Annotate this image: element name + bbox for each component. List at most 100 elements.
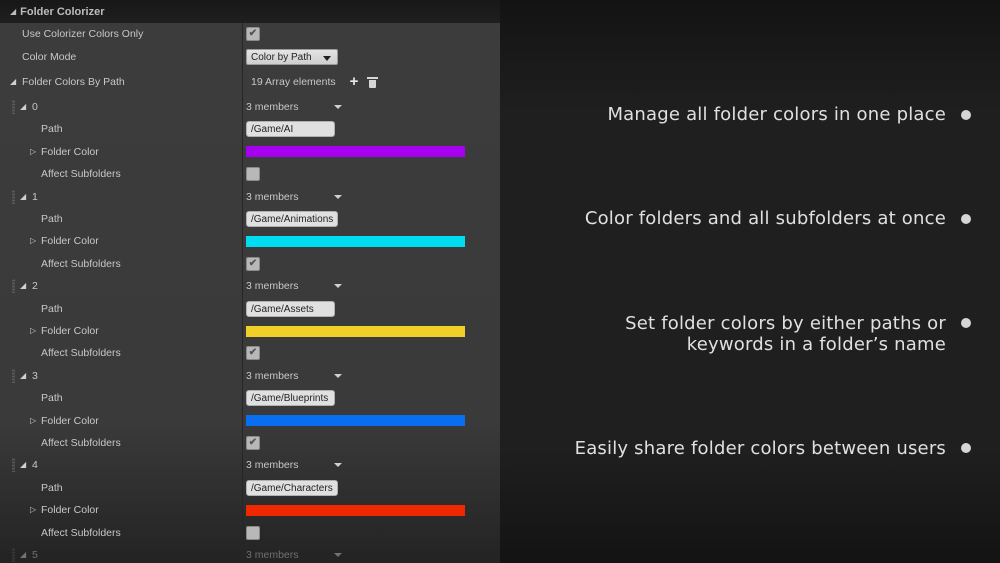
path-label: Path xyxy=(41,123,63,136)
drag-handle-icon[interactable] xyxy=(12,368,15,383)
array-element-header[interactable]: ◢ 3 3 members xyxy=(0,365,500,387)
affect-subfolders-checkbox[interactable] xyxy=(246,525,260,540)
color-swatch[interactable] xyxy=(246,415,465,427)
expand-triangle-icon[interactable]: ◢ xyxy=(20,96,26,118)
property-row-path: Path /Game/Animations xyxy=(0,208,500,230)
dropdown-arrow-icon xyxy=(334,373,342,378)
property-row-affect-subfolders: Affect Subfolders ✔ xyxy=(0,342,500,364)
path-input[interactable]: /Game/Animations xyxy=(246,211,339,227)
feature-text-subfolders: Color folders and all subfolders at once xyxy=(584,208,946,229)
bullet-icon xyxy=(961,110,971,120)
property-row-folder-color: ▷ Folder Color xyxy=(0,141,500,163)
feature-panel xyxy=(500,0,1000,563)
members-dropdown[interactable]: 3 members xyxy=(246,191,342,203)
use-colorizer-checkbox[interactable]: ✔ xyxy=(246,27,260,41)
color-swatch[interactable] xyxy=(246,504,465,516)
expand-triangle-icon[interactable]: ◢ xyxy=(20,186,26,208)
expand-triangle-icon[interactable]: ◢ xyxy=(20,454,26,476)
element-index: 0 xyxy=(32,101,38,113)
dropdown-arrow-icon xyxy=(323,56,331,61)
path-input[interactable]: /Game/Assets xyxy=(246,300,335,317)
property-row-affect-subfolders: Affect Subfolders ✔ xyxy=(0,432,500,454)
check-icon: ✔ xyxy=(248,437,258,448)
drag-handle-icon[interactable] xyxy=(12,189,15,204)
expand-triangle-icon[interactable]: ◢ xyxy=(20,544,26,563)
affect-subfolders-checkbox[interactable]: ✔ xyxy=(246,346,260,361)
category-header-folder-colorizer[interactable]: ◢ Folder Colorizer xyxy=(0,0,500,23)
members-dropdown[interactable]: 3 members xyxy=(246,549,342,561)
array-element-header[interactable]: ◢ 1 3 members xyxy=(0,186,500,208)
path-input[interactable]: /Game/Characters xyxy=(246,479,338,496)
affect-subfolders-label: Affect Subfolders xyxy=(41,168,121,181)
bullet-icon xyxy=(961,318,971,328)
expand-triangle-icon[interactable]: ◢ xyxy=(20,365,26,387)
members-label: 3 members xyxy=(246,549,299,561)
plus-icon[interactable]: + xyxy=(350,74,359,89)
affect-subfolders-checkbox[interactable]: ✔ xyxy=(246,256,260,271)
property-row-folder-colors: ◢ Folder Colors By Path 19 Array element… xyxy=(0,71,500,93)
check-icon: ✔ xyxy=(248,257,258,269)
color-swatch[interactable] xyxy=(246,325,465,337)
members-dropdown[interactable]: 3 members xyxy=(246,370,342,382)
affect-subfolders-label: Affect Subfolders xyxy=(41,526,121,539)
color-mode-label: Color Mode xyxy=(22,51,77,63)
path-input[interactable]: /Game/AI xyxy=(246,121,335,138)
expand-arrow-icon[interactable]: ▷ xyxy=(30,141,36,163)
affect-subfolders-label: Affect Subfolders xyxy=(41,257,121,270)
color-mode-dropdown[interactable]: Color by Path xyxy=(246,49,338,65)
trash-icon[interactable] xyxy=(367,77,379,88)
property-row-affect-subfolders: Affect Subfolders ✔ xyxy=(0,253,500,275)
affect-subfolders-label: Affect Subfolders xyxy=(41,347,121,360)
drag-handle-icon[interactable] xyxy=(12,100,15,114)
element-index: 1 xyxy=(32,190,38,203)
color-swatch[interactable] xyxy=(246,235,465,247)
bullet-icon xyxy=(961,443,971,453)
property-row-path: Path /Game/Assets xyxy=(0,298,500,320)
feature-text-share: Easily share folder colors between users xyxy=(574,438,946,459)
dropdown-arrow-icon xyxy=(334,553,342,557)
members-label: 3 members xyxy=(246,101,299,113)
members-dropdown[interactable]: 3 members xyxy=(246,280,342,292)
members-dropdown[interactable]: 3 members xyxy=(246,459,342,471)
members-label: 3 members xyxy=(246,459,299,472)
check-icon: ✔ xyxy=(248,347,258,359)
expand-triangle-icon[interactable]: ◢ xyxy=(10,71,16,93)
array-element-header[interactable]: ◢ 0 3 members xyxy=(0,96,500,118)
property-row-path: Path /Game/Blueprints xyxy=(0,387,500,409)
drag-handle-icon[interactable] xyxy=(12,458,15,473)
property-row-folder-color: ▷ Folder Color xyxy=(0,410,500,432)
array-element-header[interactable]: ◢ 2 3 members xyxy=(0,275,500,297)
color-swatch[interactable] xyxy=(246,146,465,158)
expand-triangle-icon[interactable]: ◢ xyxy=(20,275,26,297)
dropdown-arrow-icon xyxy=(334,105,342,109)
expand-arrow-icon[interactable]: ▷ xyxy=(30,230,36,252)
path-input[interactable]: /Game/Blueprints xyxy=(246,390,335,407)
affect-subfolders-checkbox[interactable]: ✔ xyxy=(246,436,260,450)
element-index: 3 xyxy=(32,369,38,382)
color-mode-value: Color by Path xyxy=(251,52,312,63)
property-row-color-mode: Color Mode Color by Path xyxy=(0,46,500,68)
feature-text-paths-keywords: Set folder colors by either paths or key… xyxy=(625,313,946,355)
affect-subfolders-checkbox[interactable] xyxy=(246,167,260,182)
array-element-header[interactable]: ◢ 4 3 members xyxy=(0,454,500,476)
expand-arrow-icon[interactable]: ▷ xyxy=(30,499,36,521)
check-icon: ✔ xyxy=(248,28,258,39)
members-dropdown[interactable]: 3 members xyxy=(246,101,342,113)
property-row-path: Path /Game/AI xyxy=(0,118,500,140)
array-element-header[interactable]: ◢ 5 3 members xyxy=(0,544,500,563)
drag-handle-icon[interactable] xyxy=(12,279,15,294)
feature-text-manage: Manage all folder colors in one place xyxy=(607,104,946,125)
property-row-use-colorizer: Use Colorizer Colors Only ✔ xyxy=(0,23,500,45)
path-label: Path xyxy=(41,302,63,315)
property-row-path: Path /Game/Characters xyxy=(0,477,500,499)
expand-arrow-icon[interactable]: ▷ xyxy=(30,410,36,432)
property-row-folder-color: ▷ Folder Color xyxy=(0,320,500,342)
folder-color-label: Folder Color xyxy=(41,504,99,517)
folder-color-label: Folder Color xyxy=(41,325,99,337)
collapse-triangle-icon[interactable]: ◢ xyxy=(10,7,16,16)
dropdown-arrow-icon xyxy=(334,194,342,199)
element-index: 5 xyxy=(32,549,38,561)
folder-color-label: Folder Color xyxy=(41,414,99,427)
drag-handle-icon[interactable] xyxy=(12,548,15,562)
expand-arrow-icon[interactable]: ▷ xyxy=(30,320,36,342)
